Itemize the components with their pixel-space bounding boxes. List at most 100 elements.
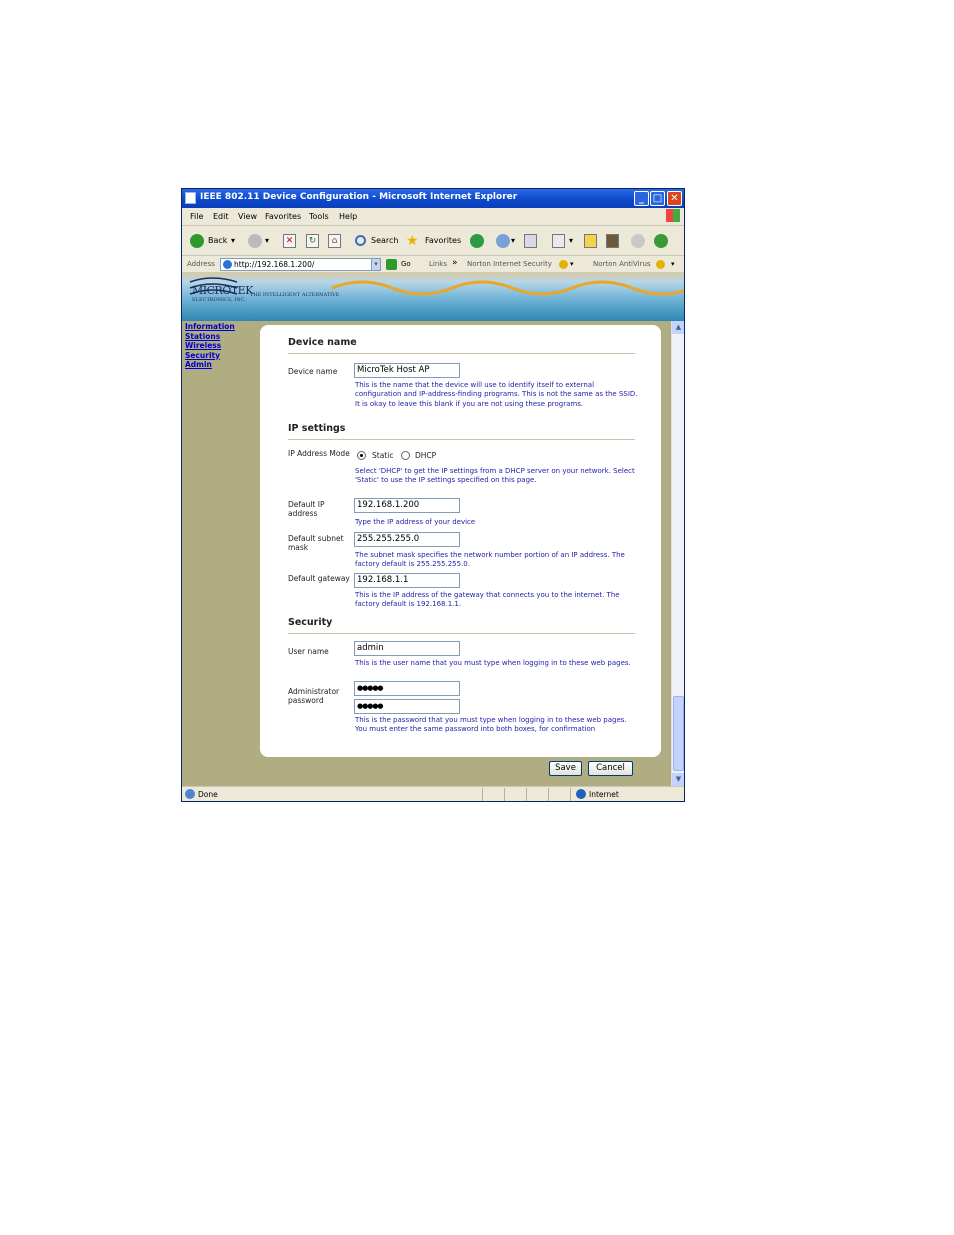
- scroll-down-icon[interactable]: ▼: [672, 773, 684, 786]
- history-icon[interactable]: [496, 234, 510, 248]
- cancel-button[interactable]: Cancel: [588, 761, 633, 776]
- default-ip-help: Type the IP address of your device: [355, 518, 476, 526]
- favorites-star-icon[interactable]: ★: [406, 233, 419, 249]
- admin-password-input[interactable]: ●●●●●: [354, 681, 460, 696]
- subnet-mask-input[interactable]: 255.255.255.0: [354, 532, 460, 547]
- windows-logo-icon: [666, 209, 680, 222]
- status-bar: Done Internet: [182, 786, 684, 801]
- status-separator: [548, 788, 549, 801]
- menu-tools[interactable]: Tools: [309, 212, 329, 221]
- dhcp-label: DHCP: [415, 451, 437, 460]
- scroll-up-icon[interactable]: ▲: [672, 321, 684, 334]
- admin-password-label: Administrator password: [288, 687, 340, 705]
- menu-edit[interactable]: Edit: [213, 212, 229, 221]
- edit-icon[interactable]: [552, 234, 565, 248]
- gateway-label: Default gateway: [288, 574, 350, 583]
- back-arrow-icon[interactable]: [190, 234, 204, 248]
- close-button[interactable]: ✕: [667, 191, 682, 206]
- nav-admin[interactable]: Admin: [182, 360, 257, 370]
- address-url: http://192.168.1.200/: [234, 260, 315, 269]
- confirm-password-input[interactable]: ●●●●●: [354, 699, 460, 714]
- back-button[interactable]: Back: [208, 233, 227, 249]
- default-ip-label: Default IP address: [288, 500, 325, 518]
- favorites-button[interactable]: Favorites: [425, 233, 461, 249]
- title-bar[interactable]: IEEE 802.11 Device Configuration - Micro…: [182, 189, 684, 208]
- forward-arrow-icon[interactable]: [248, 234, 262, 248]
- print-icon[interactable]: [524, 234, 537, 248]
- address-input[interactable]: http://192.168.1.200/: [220, 258, 380, 271]
- static-radio[interactable]: [357, 451, 366, 460]
- menu-view[interactable]: View: [238, 212, 257, 221]
- menu-help[interactable]: Help: [339, 212, 357, 221]
- forward-dropdown[interactable]: ▾: [265, 233, 269, 249]
- nav-stations[interactable]: Stations: [182, 332, 257, 342]
- antivirus-dropdown[interactable]: ▾: [671, 260, 675, 268]
- default-ip-input[interactable]: 192.168.1.200: [354, 498, 460, 513]
- status-text: Done: [198, 790, 218, 799]
- toolbar: Back ▾ ▾ ✕ ↻ ⌂ Search ★ Favorites ▾ ▾: [182, 225, 684, 256]
- nav-wireless[interactable]: Wireless: [182, 341, 257, 351]
- status-separator: [570, 788, 571, 801]
- messenger-icon[interactable]: [631, 234, 645, 248]
- dhcp-radio[interactable]: [401, 451, 410, 460]
- menu-favorites[interactable]: Favorites: [265, 212, 301, 221]
- menu-bar: File Edit View Favorites Tools Help: [182, 208, 684, 224]
- nav-security[interactable]: Security: [182, 351, 257, 361]
- content-area: Device name Device name MicroTek Host AP…: [257, 321, 671, 786]
- back-dropdown[interactable]: ▾: [231, 233, 235, 249]
- menu-file[interactable]: File: [190, 212, 203, 221]
- search-button[interactable]: Search: [371, 233, 398, 249]
- status-separator: [526, 788, 527, 801]
- window-title: IEEE 802.11 Device Configuration - Micro…: [200, 192, 518, 202]
- security-heading: Security: [288, 617, 333, 628]
- nav-information[interactable]: Information: [182, 322, 257, 332]
- norton-security-link[interactable]: Norton Internet Security: [467, 260, 552, 268]
- save-button[interactable]: Save: [549, 761, 582, 776]
- links-label[interactable]: Links: [429, 260, 447, 268]
- minimize-button[interactable]: _: [634, 191, 649, 206]
- history-dropdown[interactable]: ▾: [511, 233, 515, 249]
- admin-password-help: This is the password that you must type …: [355, 716, 627, 734]
- stop-icon[interactable]: ✕: [283, 234, 296, 248]
- user-name-input[interactable]: admin: [354, 641, 460, 656]
- go-button[interactable]: Go: [401, 260, 411, 268]
- user-name-label: User name: [288, 647, 329, 656]
- company-logo: MICROTEK: [192, 284, 253, 297]
- media-icon[interactable]: [470, 234, 484, 248]
- static-label: Static: [372, 451, 394, 460]
- company-logo-sub: ELECTRONICS, INC.: [192, 297, 246, 303]
- gateway-help: This is the IP address of the gateway th…: [355, 591, 620, 609]
- globe-icon: [576, 789, 586, 799]
- maximize-button[interactable]: □: [650, 191, 665, 206]
- ip-mode-group: Static DHCP: [357, 451, 477, 461]
- address-bar: Address http://192.168.1.200/ ▾ Go Links…: [182, 255, 684, 273]
- msn-icon[interactable]: [654, 234, 668, 248]
- security-zone: Internet: [589, 790, 619, 799]
- divider: [288, 353, 635, 354]
- ip-mode-label: IP Address Mode: [288, 449, 350, 458]
- norton-dropdown[interactable]: ▾: [570, 260, 574, 268]
- scroll-thumb[interactable]: [673, 696, 684, 771]
- links-more[interactable]: »: [452, 258, 458, 268]
- refresh-icon[interactable]: ↻: [306, 234, 319, 248]
- vertical-scrollbar[interactable]: ▲ ▼: [671, 321, 684, 786]
- ip-settings-heading: IP settings: [288, 423, 346, 434]
- folder-icon[interactable]: [584, 234, 597, 248]
- device-name-input[interactable]: MicroTek Host AP: [354, 363, 460, 378]
- left-nav: Information Stations Wireless Security A…: [182, 321, 257, 786]
- device-name-heading: Device name: [288, 337, 357, 348]
- search-icon[interactable]: [355, 235, 366, 246]
- research-icon[interactable]: [606, 234, 619, 248]
- home-icon[interactable]: ⌂: [328, 234, 341, 248]
- address-dropdown[interactable]: ▾: [371, 258, 381, 271]
- norton-icon[interactable]: [559, 260, 568, 269]
- antivirus-icon[interactable]: [656, 260, 665, 269]
- status-separator: [482, 788, 483, 801]
- edit-dropdown[interactable]: ▾: [569, 233, 573, 249]
- device-name-label: Device name: [288, 367, 338, 376]
- norton-antivirus-link[interactable]: Norton AntiVirus: [593, 260, 651, 268]
- ie-page-icon: [185, 192, 196, 204]
- page-done-icon: [185, 789, 195, 799]
- go-arrow-icon[interactable]: [386, 259, 397, 270]
- gateway-input[interactable]: 192.168.1.1: [354, 573, 460, 588]
